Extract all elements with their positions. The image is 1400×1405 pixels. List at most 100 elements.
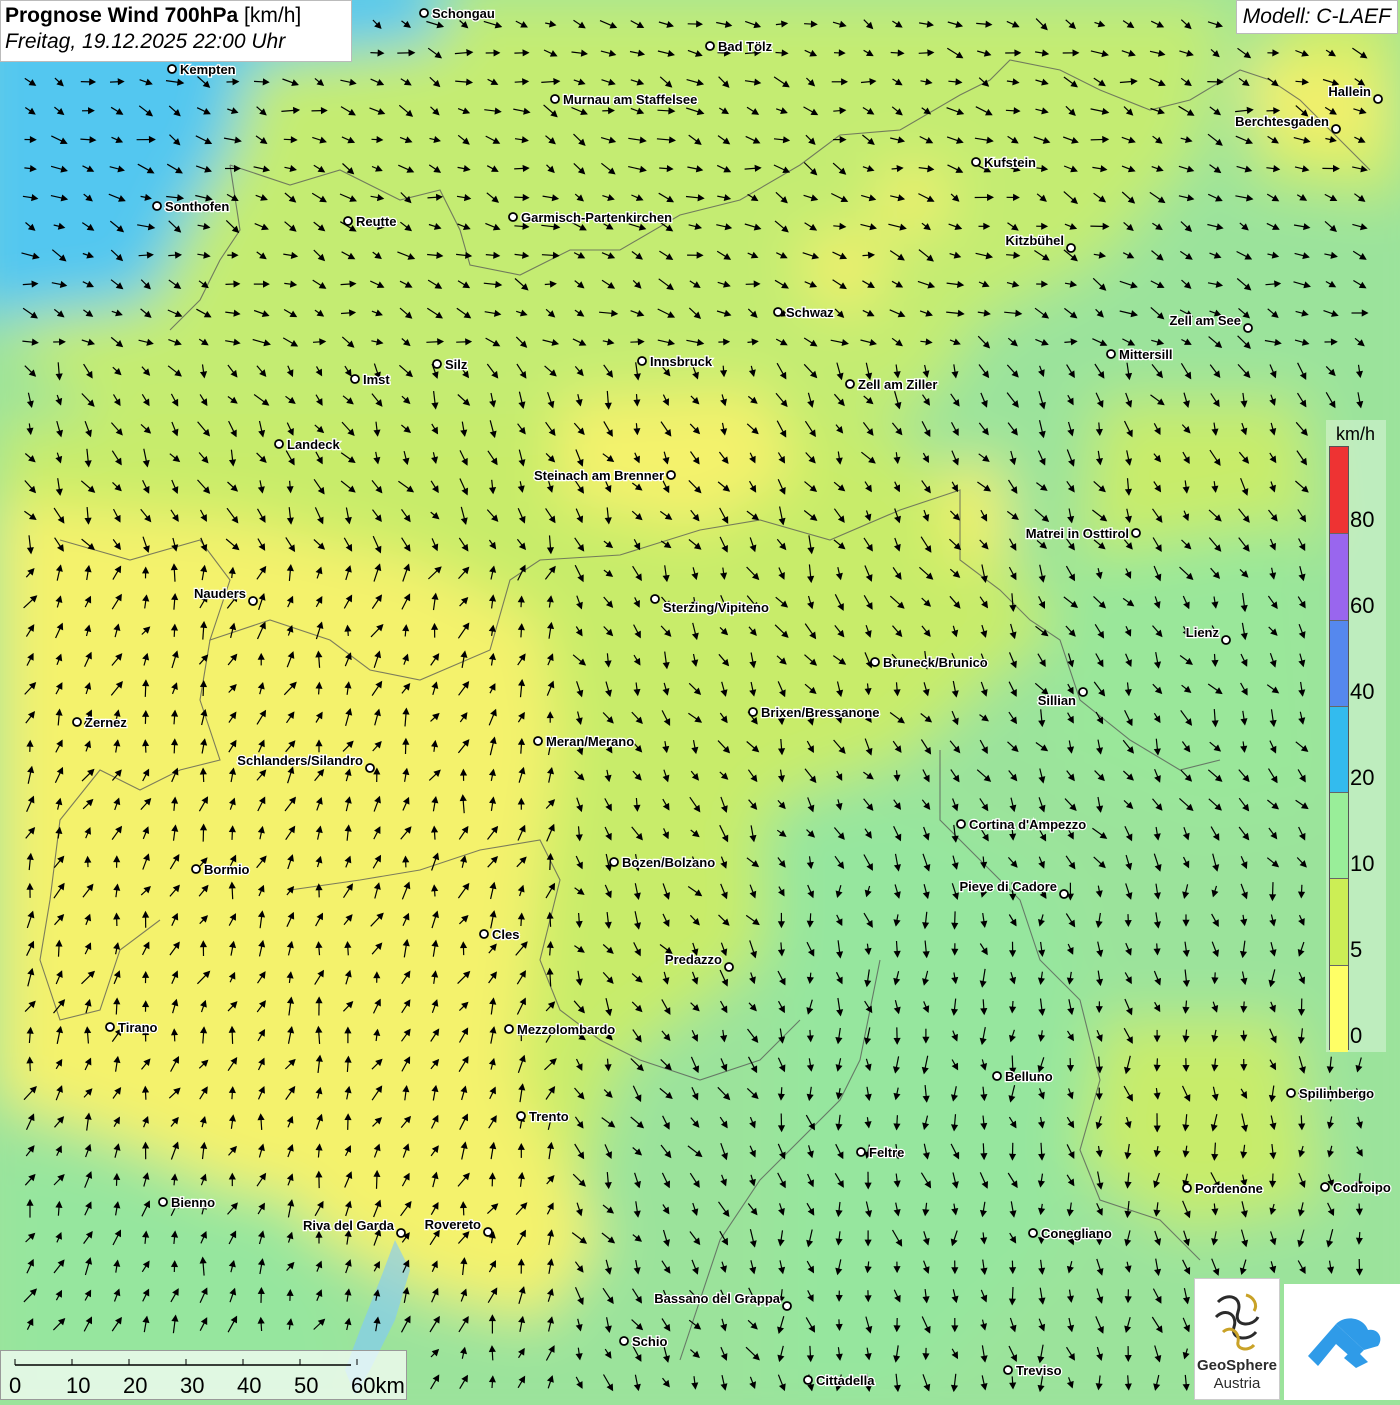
city-marker <box>1321 1183 1329 1191</box>
map-title-unit: [km/h] <box>244 4 301 27</box>
city-label: Zell am Ziller <box>858 377 937 392</box>
city-marker <box>1183 1184 1191 1192</box>
city-label: Matrei in Osttirol <box>1026 526 1129 541</box>
legend-segment <box>1330 620 1348 707</box>
city-marker <box>749 708 757 716</box>
legend-segment <box>1330 706 1348 793</box>
city-label: Berchtesgaden <box>1235 114 1329 129</box>
city-label: Meran/Merano <box>546 734 634 749</box>
city-label: Mezzolombardo <box>517 1022 615 1037</box>
city-label: Schlanders/Silandro <box>237 753 363 768</box>
city-marker <box>192 865 200 873</box>
city-marker <box>433 360 441 368</box>
city-marker <box>857 1148 865 1156</box>
city-marker <box>972 158 980 166</box>
city-label: Conegliano <box>1041 1226 1112 1241</box>
city-marker <box>168 65 176 73</box>
forecast-datetime: Freitag, 19.12.2025 22:00 Uhr <box>5 30 347 54</box>
city-marker <box>480 930 488 938</box>
city-marker <box>725 963 733 971</box>
city-label: Zernez <box>85 715 127 730</box>
city-label: Garmisch-Partenkirchen <box>521 210 672 225</box>
legend-label: 0 <box>1350 1023 1362 1049</box>
city-marker <box>1004 1366 1012 1374</box>
scale-label: 40 <box>237 1373 261 1399</box>
city-label: Cortina d'Ampezzo <box>969 817 1086 832</box>
scale-label: 60km <box>351 1373 405 1399</box>
city-label: Reutte <box>356 214 396 229</box>
city-label: Bassano del Grappa <box>654 1291 780 1306</box>
city-marker <box>871 658 879 666</box>
city-marker <box>1079 688 1087 696</box>
legend-colorbar <box>1329 446 1349 1050</box>
city-marker <box>804 1376 812 1384</box>
city-label: Steinach am Brenner <box>534 468 664 483</box>
city-label: Pieve di Cadore <box>959 879 1057 894</box>
city-label: Murnau am Staffelsee <box>563 92 697 107</box>
city-marker <box>366 764 374 772</box>
city-label: Bormio <box>204 862 250 877</box>
city-label: Spilimbergo <box>1299 1086 1374 1101</box>
city-label: Brixen/Bressanone <box>761 705 880 720</box>
city-label: Treviso <box>1016 1363 1062 1378</box>
legend-label: 80 <box>1350 507 1374 533</box>
legend-segment <box>1330 447 1348 533</box>
city-label: Schongau <box>432 6 495 21</box>
legend-label: 20 <box>1350 765 1374 791</box>
city-marker <box>774 308 782 316</box>
city-marker <box>1132 529 1140 537</box>
city-marker <box>783 1302 791 1310</box>
scale-bar-graphic <box>1 1351 408 1401</box>
city-marker <box>1060 890 1068 898</box>
legend-segment <box>1330 792 1348 879</box>
city-label: Riva del Garda <box>303 1218 395 1233</box>
legend-label: 10 <box>1350 851 1374 877</box>
city-marker <box>509 213 517 221</box>
city-marker <box>620 1337 628 1345</box>
city-marker <box>517 1112 525 1120</box>
city-marker <box>106 1023 114 1031</box>
city-marker <box>1287 1089 1295 1097</box>
city-marker <box>610 858 618 866</box>
title-box: Prognose Wind 700hPa [km/h] Freitag, 19.… <box>0 0 352 62</box>
city-label: Codroipo <box>1333 1180 1391 1195</box>
city-label: Sillian <box>1038 693 1076 708</box>
city-marker <box>420 9 428 17</box>
legend-label: 60 <box>1350 593 1374 619</box>
city-marker <box>534 737 542 745</box>
wind-map: SchongauBad TölzKemptenMurnau am Staffel… <box>0 0 1400 1400</box>
city-marker <box>344 217 352 225</box>
city-label: Kufstein <box>984 155 1036 170</box>
city-marker <box>551 95 559 103</box>
city-label: Tirano <box>118 1020 158 1035</box>
scale-label: 30 <box>180 1373 204 1399</box>
city-marker <box>159 1198 167 1206</box>
geosphere-swirl-icon <box>1208 1287 1268 1357</box>
city-marker <box>1374 95 1382 103</box>
scale-bar: 0102030405060km <box>0 1350 407 1400</box>
scale-label: 20 <box>123 1373 147 1399</box>
legend-unit: km/h <box>1336 424 1375 445</box>
city-label: Bienno <box>171 1195 215 1210</box>
city-label: Sterzing/Vipiteno <box>663 600 769 615</box>
city-marker <box>1244 324 1252 332</box>
city-label: Feltre <box>869 1145 904 1160</box>
city-marker <box>1222 636 1230 644</box>
legend-segment <box>1330 878 1348 965</box>
city-marker <box>651 595 659 603</box>
scale-label: 0 <box>9 1373 21 1399</box>
cloud-arrow-icon <box>1284 1284 1400 1400</box>
city-label: Predazzo <box>665 952 722 967</box>
map-title-main: Prognose Wind 700hPa <box>5 4 238 27</box>
city-marker <box>484 1228 492 1236</box>
city-marker <box>1029 1229 1037 1237</box>
city-marker <box>351 375 359 383</box>
city-label: Cittadella <box>816 1373 875 1388</box>
city-label: Silz <box>445 357 468 372</box>
city-marker <box>846 380 854 388</box>
city-marker <box>957 820 965 828</box>
city-label: Bruneck/Brunico <box>883 655 988 670</box>
city-label: Nauders <box>194 586 246 601</box>
city-marker <box>993 1072 1001 1080</box>
legend-segment <box>1330 533 1348 620</box>
